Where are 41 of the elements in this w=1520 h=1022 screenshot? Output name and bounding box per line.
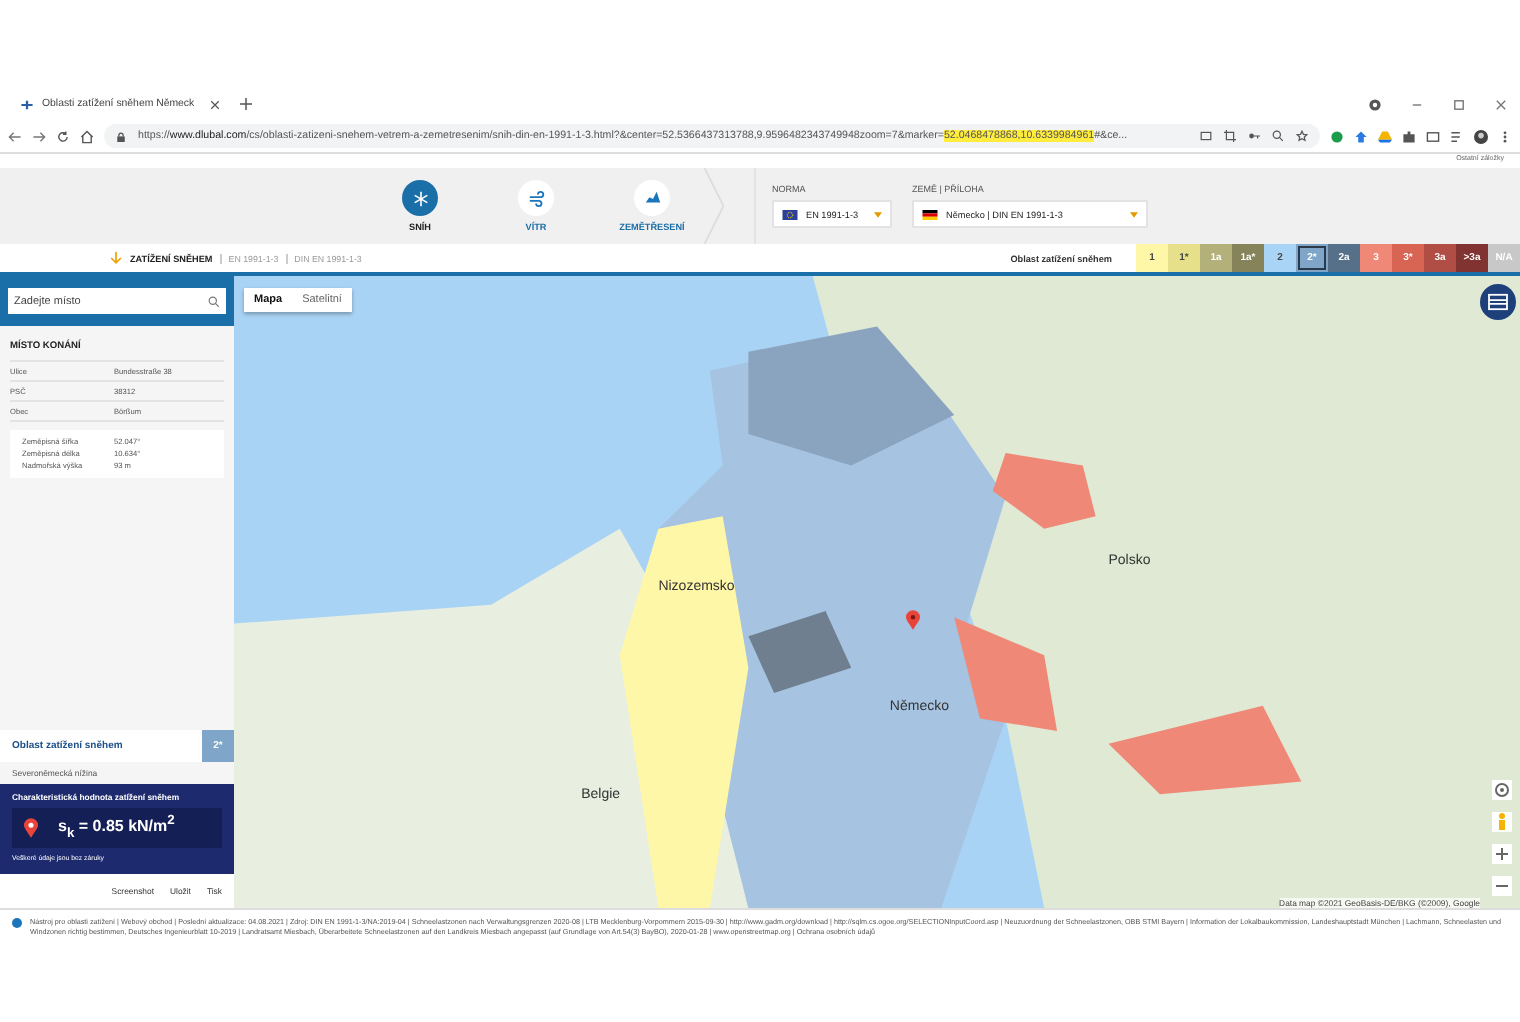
eu-flag-icon (782, 209, 798, 219)
reload-icon[interactable] (56, 129, 70, 143)
favicon-icon (20, 97, 34, 111)
back-icon[interactable] (8, 129, 22, 143)
zoom-icon[interactable] (1272, 130, 1284, 142)
arrow-down-icon (110, 252, 122, 264)
chevron-divider-icon (704, 168, 724, 244)
flag-icon (922, 209, 938, 219)
home-icon[interactable] (80, 129, 94, 143)
close-icon[interactable] (210, 99, 220, 109)
cast-icon[interactable] (1426, 129, 1440, 143)
playlist-icon[interactable] (1450, 129, 1464, 143)
location-icon[interactable] (1492, 780, 1512, 800)
extension-icon[interactable] (1330, 129, 1344, 143)
zoom-out-icon[interactable] (1492, 876, 1512, 896)
crop-icon[interactable] (1224, 130, 1236, 142)
snow-load-value: s$_{k}$ = 0.85 kN/m$^{2}$ (58, 814, 175, 842)
star-icon[interactable] (1296, 130, 1308, 142)
screen-icon[interactable] (1200, 130, 1212, 142)
logo-icon[interactable] (1480, 284, 1516, 320)
extension-icon[interactable] (1354, 129, 1368, 143)
menu-icon[interactable] (1498, 129, 1512, 143)
zoom-in-icon[interactable] (1492, 844, 1512, 864)
new-tab-icon[interactable] (240, 98, 252, 110)
key-icon[interactable] (1248, 130, 1260, 142)
map-pin-icon (24, 818, 38, 838)
search-icon (208, 295, 220, 307)
close-icon[interactable] (1494, 97, 1508, 111)
avatar-icon[interactable] (1474, 129, 1488, 143)
wave-icon (643, 189, 661, 207)
caret-icon (1130, 211, 1138, 217)
map-marker-icon[interactable] (906, 610, 920, 630)
caret-icon (874, 211, 882, 217)
settings-icon[interactable] (1368, 97, 1382, 111)
snowflake-icon (411, 189, 429, 207)
lock-icon (116, 131, 126, 141)
puzzle-icon[interactable] (1402, 129, 1416, 143)
wind-icon (527, 189, 545, 207)
forward-icon[interactable] (32, 129, 46, 143)
drive-icon[interactable] (1378, 129, 1392, 143)
maximize-icon[interactable] (1452, 97, 1466, 111)
